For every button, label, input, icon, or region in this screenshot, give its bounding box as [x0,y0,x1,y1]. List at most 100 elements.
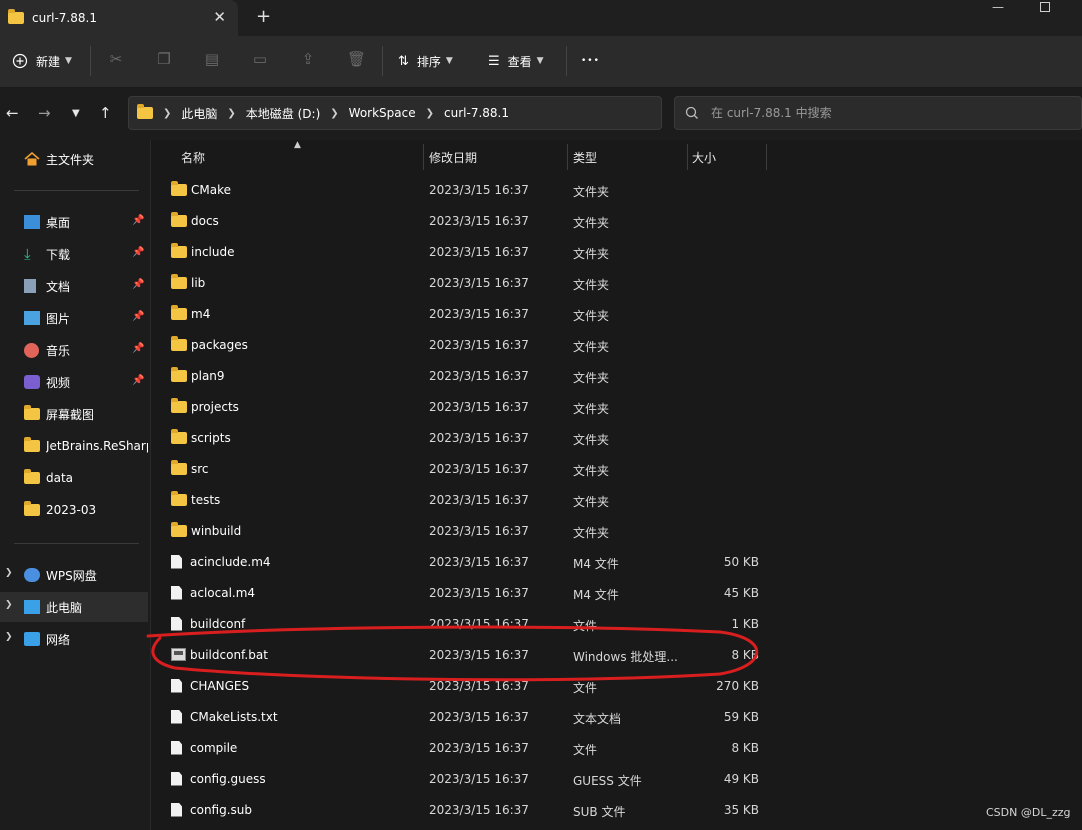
column-header-size[interactable]: 大小 [692,140,716,174]
file-row[interactable]: CMakeLists.txt 2023/3/15 16:37 文本文档 59 KB [151,701,1082,732]
column-header-name[interactable]: 名称 [181,140,205,174]
sidebar-item-music[interactable]: 音乐 📌 [0,335,148,365]
file-name-cell: include [171,236,234,267]
tab-curl[interactable]: curl-7.88.1 ✕ [0,0,238,36]
file-row[interactable]: buildconf.bat 2023/3/15 16:37 Windows 批处理.… [151,639,1082,670]
file-row[interactable]: winbuild 2023/3/15 16:37 文件夹 [151,515,1082,546]
file-row[interactable]: acinclude.m4 2023/3/15 16:37 M4 文件 50 KB [151,546,1082,577]
breadcrumb-this-pc[interactable]: 此电脑 [181,105,217,122]
file-row[interactable]: plan9 2023/3/15 16:37 文件夹 [151,360,1082,391]
column-header-type[interactable]: 类型 [573,140,597,174]
file-row[interactable]: include 2023/3/15 16:37 文件夹 [151,236,1082,267]
file-row[interactable]: compile 2023/3/15 16:37 文件 8 KB [151,732,1082,763]
search-input[interactable] [711,106,1051,120]
pin-icon[interactable]: 📌 [132,375,144,386]
back-arrow-icon[interactable]: ← [6,104,19,122]
chevron-right-icon[interactable]: ❯ [330,108,338,119]
sidebar-item-network[interactable]: ❯ 网络 [0,624,148,654]
file-row[interactable]: buildconf 2023/3/15 16:37 文件 1 KB [151,608,1082,639]
file-name: CMakeLists.txt [190,709,278,724]
share-icon[interactable]: ⇪ [299,50,317,68]
chevron-right-icon[interactable]: ❯ [426,108,434,119]
chevron-right-icon[interactable]: ❯ [5,632,13,642]
file-date: 2023/3/15 16:37 [429,400,529,414]
file-row[interactable]: src 2023/3/15 16:37 文件夹 [151,453,1082,484]
file-row[interactable]: CMake 2023/3/15 16:37 文件夹 [151,174,1082,205]
toolbar-divider [566,46,567,76]
file-name-cell: plan9 [171,360,225,391]
column-divider[interactable] [687,144,688,170]
file-icon [171,585,182,600]
file-row[interactable]: scripts 2023/3/15 16:37 文件夹 [151,422,1082,453]
rename-icon[interactable]: ▭ [251,50,269,68]
file-row[interactable]: packages 2023/3/15 16:37 文件夹 [151,329,1082,360]
column-header-date[interactable]: 修改日期 [429,140,477,174]
file-row[interactable]: aclocal.m4 2023/3/15 16:37 M4 文件 45 KB [151,577,1082,608]
sidebar-item-home[interactable]: 主文件夹 [0,144,148,174]
sidebar-item-desktop[interactable]: 桌面 📌 [0,207,148,237]
sidebar-item-2023-03[interactable]: 2023-03 [0,495,148,525]
minimize-button[interactable]: — [992,0,1004,14]
new-button[interactable]: 新建 ▼ [12,50,72,72]
sidebar-item-videos[interactable]: 视频 📌 [0,367,148,397]
file-date: 2023/3/15 16:37 [429,307,529,321]
sidebar-item-pictures[interactable]: 图片 📌 [0,303,148,333]
file-row[interactable]: projects 2023/3/15 16:37 文件夹 [151,391,1082,422]
breadcrumb-workspace[interactable]: WorkSpace [349,106,416,120]
sidebar-item-wps-cloud[interactable]: ❯ WPS网盘 [0,560,148,590]
folder-icon [24,501,40,516]
sidebar-item-documents[interactable]: 文档 📌 [0,271,148,301]
sidebar-item-jetbrains[interactable]: JetBrains.ReSharp [0,431,148,461]
column-divider[interactable] [423,144,424,170]
delete-icon[interactable]: 🗑 [347,50,366,68]
file-type: 文本文档 [573,712,622,726]
view-button[interactable]: ☰ 查看 ▼ [488,50,544,72]
cut-icon[interactable]: ✂ [107,50,125,68]
chevron-right-icon[interactable]: ❯ [5,568,13,578]
sidebar-item-screenshots[interactable]: 屏幕截图 [0,399,148,429]
column-divider[interactable] [766,144,767,170]
sort-button[interactable]: ⇅ 排序 ▼ [398,50,453,72]
pin-icon[interactable]: 📌 [132,311,144,322]
file-type: 文件夹 [573,340,610,354]
folder-icon [171,335,187,351]
sidebar-item-downloads[interactable]: ⤓ 下载 📌 [0,239,148,269]
file-size: 45 KB [723,586,759,600]
close-tab-icon[interactable]: ✕ [213,8,226,26]
file-name-cell: projects [171,391,239,422]
recent-locations-icon[interactable]: ▼ [72,108,80,119]
chevron-right-icon[interactable]: ❯ [5,600,13,610]
file-date: 2023/3/15 16:37 [429,710,529,724]
file-row[interactable]: docs 2023/3/15 16:37 文件夹 [151,205,1082,236]
file-row[interactable]: m4 2023/3/15 16:37 文件夹 [151,298,1082,329]
address-bar[interactable]: ❯ 此电脑 ❯ 本地磁盘 (D:) ❯ WorkSpace ❯ curl-7.8… [128,96,778,130]
copy-icon[interactable]: ❐ [155,50,173,68]
pin-icon[interactable]: 📌 [132,343,144,354]
search-box[interactable] [674,96,1082,130]
pin-icon[interactable]: 📌 [132,279,144,290]
file-row[interactable]: config.sub 2023/3/15 16:37 SUB 文件 35 KB [151,794,1082,825]
file-name-cell: acinclude.m4 [171,546,271,577]
forward-arrow-icon[interactable]: → [38,104,51,122]
breadcrumb-drive[interactable]: 本地磁盘 (D:) [246,105,320,122]
chevron-right-icon[interactable]: ❯ [163,108,171,119]
file-row[interactable]: CHANGES 2023/3/15 16:37 文件 270 KB [151,670,1082,701]
sidebar-item-data[interactable]: data [0,463,148,493]
file-row[interactable]: tests 2023/3/15 16:37 文件夹 [151,484,1082,515]
more-options-button[interactable]: ••• [581,50,600,72]
paste-icon[interactable]: ▤ [203,50,221,68]
breadcrumb-current[interactable]: curl-7.88.1 [444,106,509,120]
maximize-button[interactable] [1040,2,1050,12]
column-divider[interactable] [567,144,568,170]
file-name-cell: compile [171,732,237,763]
pin-icon[interactable]: 📌 [132,247,144,258]
title-bar: curl-7.88.1 ✕ + — [0,0,1082,36]
chevron-right-icon[interactable]: ❯ [227,108,235,119]
file-name: config.guess [190,771,266,786]
new-tab-button[interactable]: + [256,6,271,27]
file-row[interactable]: config.guess 2023/3/15 16:37 GUESS 文件 49 KB [151,763,1082,794]
file-row[interactable]: lib 2023/3/15 16:37 文件夹 [151,267,1082,298]
sidebar-item-this-pc[interactable]: ❯ 此电脑 [0,592,148,622]
up-arrow-icon[interactable]: ↑ [99,104,112,122]
pin-icon[interactable]: 📌 [132,215,144,226]
